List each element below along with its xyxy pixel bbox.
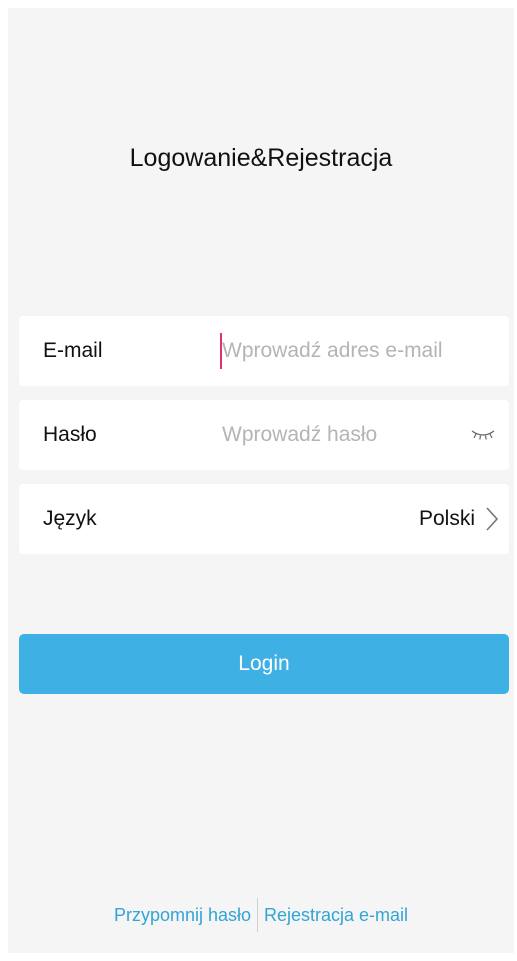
link-divider <box>257 898 258 932</box>
language-row[interactable]: Język Polski <box>19 484 509 554</box>
email-input[interactable] <box>222 333 482 369</box>
login-screen: Logowanie&Rejestracja E-mail Hasło Język… <box>8 8 514 953</box>
language-value: Polski <box>418 507 475 530</box>
footer-links: Przypomnij hasło Rejestracja e-mail <box>8 898 514 932</box>
eye-closed-icon[interactable] <box>471 427 495 441</box>
password-label: Hasło <box>43 423 97 446</box>
login-button[interactable]: Login <box>19 634 509 694</box>
chevron-right-icon <box>486 507 499 531</box>
language-label: Język <box>43 507 97 530</box>
email-row[interactable]: E-mail <box>19 316 509 386</box>
page-title: Logowanie&Rejestracja <box>129 144 393 172</box>
forgot-password-link[interactable]: Przypomnij hasło <box>114 905 251 926</box>
password-row[interactable]: Hasło <box>19 400 509 470</box>
register-email-link[interactable]: Rejestracja e-mail <box>264 905 408 926</box>
email-label: E-mail <box>43 339 103 362</box>
password-input[interactable] <box>222 417 482 453</box>
